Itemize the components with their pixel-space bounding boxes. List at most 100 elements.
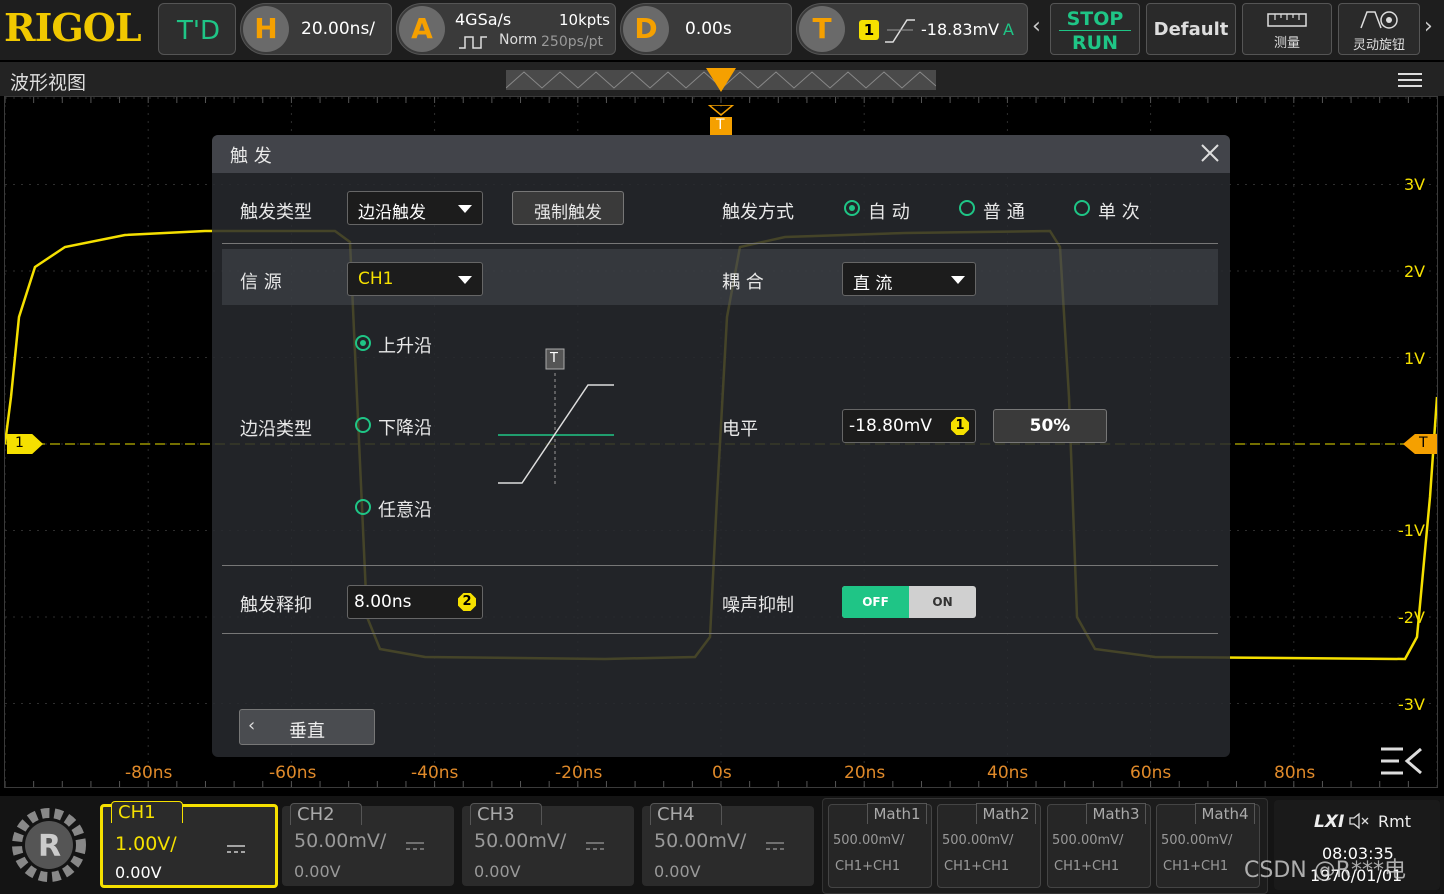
ch2-offset: 0.00V	[294, 862, 341, 881]
holdoff-input[interactable]: 8.00ns 2	[347, 585, 483, 619]
math2-tab: Math2	[976, 803, 1036, 824]
trigger-type-select[interactable]: 边沿触发	[347, 191, 483, 225]
math2-expr: CH1+CH1	[944, 859, 1010, 874]
ch4-offset: 0.00V	[654, 862, 701, 881]
time-mode-button[interactable]: T'D	[158, 3, 236, 55]
timebase-value: 20.00ns/	[301, 19, 376, 39]
trigger-level: -18.83mV	[921, 20, 1000, 39]
slope-falling-radio[interactable]	[355, 417, 371, 433]
acquire-icon: A	[399, 6, 445, 52]
trigger-type-value: 边沿触发	[358, 203, 426, 223]
measure-label: 测量	[1273, 36, 1300, 51]
coupling-label: 耦 合	[722, 272, 764, 293]
trigger-mode-letter: A	[1003, 20, 1014, 39]
math4-tab: Math4	[1195, 803, 1255, 824]
source-select[interactable]: CH1	[347, 262, 483, 296]
math3-scale: 500.00mV/	[1052, 833, 1124, 848]
scroll-left-icon[interactable]: ‹	[1032, 14, 1046, 42]
acquire-button[interactable]: A 4GSa/s 10kpts Norm 250ps/pt	[396, 3, 616, 55]
math1-panel[interactable]: Math1 500.00mV/ CH1+CH1	[828, 803, 932, 888]
y-tick-label: 2V	[1404, 262, 1426, 281]
holdoff-value: 8.00ns	[354, 592, 412, 612]
slope-either-radio[interactable]	[355, 499, 371, 515]
math2-panel[interactable]: Math2 500.00mV/ CH1+CH1	[937, 803, 1041, 888]
sweep-auto-radio[interactable]	[844, 200, 860, 216]
force-trigger-label: 强制触发	[534, 203, 602, 223]
horizontal-button[interactable]: H 20.00ns/	[240, 3, 392, 55]
math3-tab: Math3	[1086, 803, 1146, 824]
trigger-position-marker[interactable]: T	[706, 104, 736, 135]
slope-rising-radio[interactable]	[355, 335, 371, 351]
lxi-label: LXI	[1314, 812, 1345, 832]
noise-reject-toggle[interactable]: OFF ON	[842, 586, 976, 618]
acquire-mode: Norm	[499, 32, 538, 48]
measure-button[interactable]: 测量	[1242, 3, 1332, 55]
ch4-panel[interactable]: CH4 50.00mV/ 0.00V	[642, 803, 814, 886]
y-tick-label: -2V	[1398, 608, 1425, 627]
level-value: -18.80mV	[849, 416, 932, 436]
sweep-single-radio[interactable]	[1074, 200, 1090, 216]
waveform-view-header: 波形视图	[0, 62, 1444, 96]
ch1-scale: 1.00V/	[115, 833, 177, 855]
close-icon[interactable]	[1200, 143, 1220, 163]
time-resolution: 250ps/pt	[541, 34, 603, 50]
delay-icon: D	[623, 6, 669, 52]
smart-knob-button[interactable]: 灵动旋钮	[1338, 3, 1420, 55]
home-gear-icon[interactable]: R	[8, 804, 90, 886]
trigger-icon: T	[799, 6, 845, 52]
top-status-bar: RIGOL T'D H 20.00ns/ A 4GSa/s 10kpts Nor…	[0, 0, 1444, 60]
holdoff-label: 触发释抑	[240, 595, 312, 616]
sweep-normal-label: 普 通	[983, 202, 1025, 223]
sweep-single-label: 单 次	[1098, 202, 1140, 223]
trigger-button[interactable]: T 1 -18.83mV A	[796, 3, 1028, 55]
level-input[interactable]: -18.80mV 1	[842, 409, 976, 443]
run-stop-button[interactable]: STOP RUN	[1050, 3, 1140, 55]
level-50-label: 50%	[1029, 416, 1071, 436]
speaker-mute-icon[interactable]	[1348, 812, 1370, 830]
y-tick-label: -1V	[1398, 521, 1425, 540]
x-tick-label: -60ns	[269, 763, 317, 783]
knob-label: 灵动旋钮	[1352, 38, 1405, 53]
ch3-offset: 0.00V	[474, 862, 521, 881]
sweep-normal-radio[interactable]	[959, 200, 975, 216]
knob-2-badge: 2	[458, 593, 476, 611]
knob-icon	[1359, 8, 1399, 30]
ch1-offset: 0.00V	[115, 863, 162, 882]
toggle-off-label: OFF	[862, 595, 889, 609]
ch3-panel[interactable]: CH3 50.00mV/ 0.00V	[462, 803, 634, 886]
level-label: 电平	[722, 419, 758, 440]
default-button[interactable]: Default	[1146, 3, 1236, 55]
bottom-channel-bar: R CH1 1.00V/ 0.00V CH2 50.00mV/ 0.00V CH…	[0, 796, 1444, 894]
rising-edge-diagram: T	[496, 347, 616, 487]
slope-type-label: 边沿类型	[240, 419, 312, 440]
menu-icon[interactable]	[1398, 72, 1422, 88]
back-vertical-button[interactable]: ‹ 垂直	[239, 709, 375, 745]
slope-falling-label: 下降沿	[378, 418, 432, 439]
dialog-title: 触 发	[230, 146, 272, 167]
rising-edge-icon	[885, 16, 915, 44]
divider	[222, 565, 1218, 566]
knob-1-badge: 1	[951, 417, 969, 435]
scroll-right-icon[interactable]: ›	[1424, 14, 1438, 42]
collapse-icon[interactable]	[1379, 745, 1423, 777]
divider	[222, 243, 1218, 244]
horizontal-icon: H	[243, 6, 289, 52]
delay-button[interactable]: D 0.00s	[620, 3, 792, 55]
level-50-button[interactable]: 50%	[993, 409, 1107, 443]
force-trigger-button[interactable]: 强制触发	[512, 191, 624, 225]
rigol-logo: RIGOL	[4, 5, 142, 50]
delay-value: 0.00s	[685, 19, 732, 39]
ch1-panel[interactable]: CH1 1.00V/ 0.00V	[100, 801, 278, 888]
math3-panel[interactable]: Math3 500.00mV/ CH1+CH1	[1047, 803, 1151, 888]
ch3-scale: 50.00mV/	[474, 830, 567, 852]
back-vertical-label: 垂直	[289, 721, 325, 742]
coupling-select[interactable]: 直 流	[842, 262, 976, 296]
watermark: CSDN @R***电	[1244, 858, 1407, 883]
sweep-auto-label: 自 动	[868, 202, 910, 223]
sweep-mode-label: 触发方式	[722, 202, 794, 223]
divider	[222, 633, 1218, 634]
ch2-panel[interactable]: CH2 50.00mV/ 0.00V	[282, 803, 454, 886]
x-tick-label: 40ns	[987, 763, 1029, 783]
trigger-type-label: 触发类型	[240, 202, 312, 223]
run-label: RUN	[1072, 32, 1118, 54]
